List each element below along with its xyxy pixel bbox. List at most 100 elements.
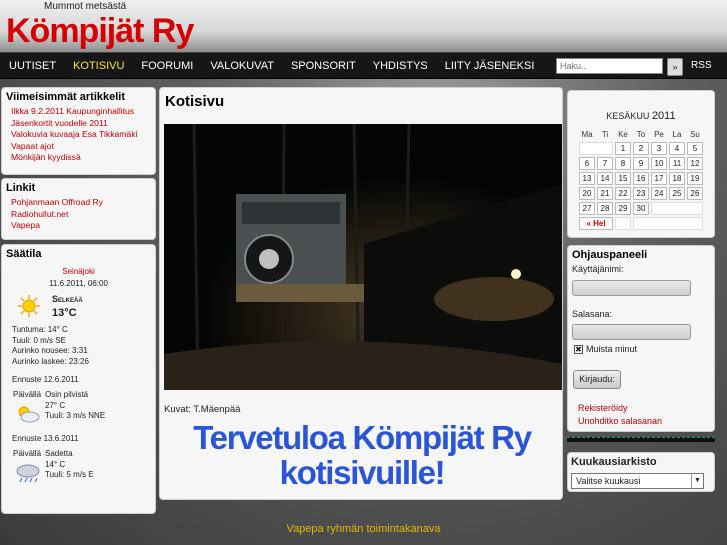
weekday-header: To [636, 129, 646, 139]
forecast-wind: Tuuli: 5 m/s E [45, 470, 94, 480]
calendar-day[interactable]: 11 [669, 157, 685, 170]
article-link[interactable]: Mönkijän kyydissä [11, 152, 155, 164]
weekday-header: Pe [654, 129, 664, 139]
forecast-title: Ennuste 13.6.2011 [12, 434, 79, 444]
external-link[interactable]: Radiohullut.net [11, 209, 155, 221]
calendar-day[interactable]: 6 [579, 157, 595, 170]
calendar-empty [651, 202, 703, 215]
sun-icon [18, 295, 40, 317]
nav-sponsorit[interactable]: SPONSORIT [282, 53, 364, 80]
username-input[interactable] [572, 280, 691, 296]
calendar-empty [579, 142, 613, 155]
site-tagline: Mummot metsästä [44, 1, 127, 12]
calendar-day[interactable]: 1 [615, 142, 631, 155]
calendar-day[interactable]: 2 [633, 142, 649, 155]
nav-foorumi[interactable]: FOORUMI [132, 53, 201, 80]
weather-city[interactable]: Seinäjoki [2, 267, 155, 276]
archive-month-select[interactable]: Valitse kuukausi ▼ [571, 473, 704, 489]
calendar-day[interactable]: 13 [579, 172, 595, 185]
calendar-day[interactable]: 24 [651, 187, 667, 200]
links-panel: Linkit Pohjanmaan Offroad Ry Radiohullut… [1, 178, 156, 240]
weather-wind: Tuuli: 0 m/s SE [12, 335, 66, 345]
calendar-day[interactable]: 7 [597, 157, 613, 170]
login-button[interactable]: Kirjaudu: [573, 370, 621, 389]
calendar-day[interactable]: 23 [633, 187, 649, 200]
article-link[interactable]: Vapaat ajot [11, 141, 155, 153]
weekday-header: Ke [618, 129, 628, 139]
calendar-day[interactable]: 9 [633, 157, 649, 170]
calendar-day[interactable]: 5 [687, 142, 703, 155]
nav-uutiset[interactable]: UUTISET [0, 53, 64, 80]
calendar-day[interactable]: 14 [597, 172, 613, 185]
forecast-wind: Tuuli: 3 m/s NNE [45, 411, 106, 421]
main-navigation: UUTISET KOTISIVU FOORUMI VALOKUVAT SPONS… [0, 52, 727, 79]
remember-label: Muista minut [586, 344, 638, 354]
photo-caption: Kuvat: T.Mäenpää [164, 404, 241, 415]
calendar-day[interactable]: 17 [651, 172, 667, 185]
calendar-day[interactable]: 22 [615, 187, 631, 200]
forecast-day-1: Päivällä Osin pilvistä 27° C Tuuli: 3 m/… [2, 390, 155, 432]
calendar-day[interactable]: 4 [669, 142, 685, 155]
calendar-month: KESÄKUU [606, 111, 650, 121]
search-input[interactable] [556, 58, 663, 74]
calendar-grid: Ma Ti Ke To Pe La Su 1 2 3 4 5 6 7 8 9 1… [577, 126, 705, 232]
calendar-day[interactable]: 12 [687, 157, 703, 170]
recent-articles-panel: Viimeisimmät artikkelit Ilkka 9.2.2011 K… [1, 87, 156, 175]
calendar-day[interactable]: 21 [597, 187, 613, 200]
remember-checkbox[interactable]: ✖ [574, 345, 583, 355]
archive-title: Kuukausiarkisto [571, 456, 657, 468]
nav-yhdistys[interactable]: YHDISTYS [364, 53, 436, 80]
forecast-temperature: 27° C [45, 400, 66, 410]
chevron-down-icon[interactable]: ▼ [691, 474, 703, 488]
rss-link[interactable]: RSS [691, 58, 712, 74]
weekday-header: Ma [581, 129, 593, 139]
calendar-day[interactable]: 3 [651, 142, 667, 155]
calendar-day[interactable]: 15 [615, 172, 631, 185]
calendar-prev-month[interactable]: « Hel [579, 217, 613, 230]
recent-articles-title: Viimeisimmät artikkelit [6, 91, 126, 103]
calendar-day[interactable]: 30 [633, 202, 649, 215]
calendar-empty [633, 217, 703, 230]
site-logo[interactable]: Kömpijät Ry [6, 12, 194, 51]
calendar-day[interactable]: 27 [579, 202, 595, 215]
calendar-day[interactable]: 8 [615, 157, 631, 170]
article-link[interactable]: Valokuvia kuvaaja Esa Tikkamäki [11, 129, 155, 141]
forecast-condition: Osin pilvistä [45, 390, 89, 400]
calendar-day[interactable]: 28 [597, 202, 613, 215]
nav-valokuvat[interactable]: VALOKUVAT [201, 53, 282, 80]
welcome-heading: Tervetuloa Kömpijät Ry kotisivuille! [193, 419, 532, 491]
search-button[interactable]: » [667, 58, 683, 76]
hero-photo [164, 124, 562, 390]
weekday-header: Su [690, 129, 700, 139]
article-link[interactable]: Jäsenkortit vuodelle 2011 [11, 118, 155, 130]
calendar-day[interactable]: 26 [687, 187, 703, 200]
calendar-panel: KESÄKUU 2011 Ma Ti Ke To Pe La Su 1 2 3 … [567, 90, 715, 238]
calendar-day[interactable]: 20 [579, 187, 595, 200]
forecast-description: Osin pilvistä 27° C Tuuli: 3 m/s NNE [45, 390, 105, 422]
weather-time: 11.6.2011, 06:00 [49, 279, 108, 288]
weekday-header: Ti [601, 129, 609, 139]
nav-liity-jaseneksi[interactable]: LIITY JÄSENEKSI [436, 53, 543, 80]
password-input[interactable] [572, 324, 691, 340]
nav-kotisivu[interactable]: KOTISIVU [64, 53, 132, 80]
remember-me[interactable]: ✖ Muista minut [574, 344, 638, 355]
forgot-password-link[interactable]: Unohditko salasanan [578, 416, 662, 426]
footer-text[interactable]: Vapepa ryhmän toimintakanava [0, 523, 727, 535]
calendar-empty [615, 217, 631, 230]
register-link[interactable]: Rekisteröidy [578, 403, 628, 413]
page-title: Kotisivu [165, 93, 225, 110]
calendar-year: 2011 [651, 110, 676, 122]
calendar-day[interactable]: 25 [669, 187, 685, 200]
calendar-day[interactable]: 18 [669, 172, 685, 185]
calendar-day[interactable]: 16 [633, 172, 649, 185]
external-link[interactable]: Pohjanmaan Offroad Ry [11, 197, 155, 209]
external-link[interactable]: Vapepa [11, 220, 155, 232]
article-link[interactable]: Ilkka 9.2.2011 Kaupunginhallitus [11, 106, 155, 118]
calendar-day[interactable]: 19 [687, 172, 703, 185]
calendar-day[interactable]: 29 [615, 202, 631, 215]
calendar-day[interactable]: 10 [651, 157, 667, 170]
forecast-label: Päivällä [13, 449, 42, 459]
main-content: Kotisivu Kuvat: T.Mäenpää Tervetuloa Köm… [159, 87, 563, 500]
partly-cloudy-icon [18, 406, 40, 423]
weather-panel: Säätila Seinäjoki 11.6.2011, 06:00 Selke… [1, 244, 156, 514]
